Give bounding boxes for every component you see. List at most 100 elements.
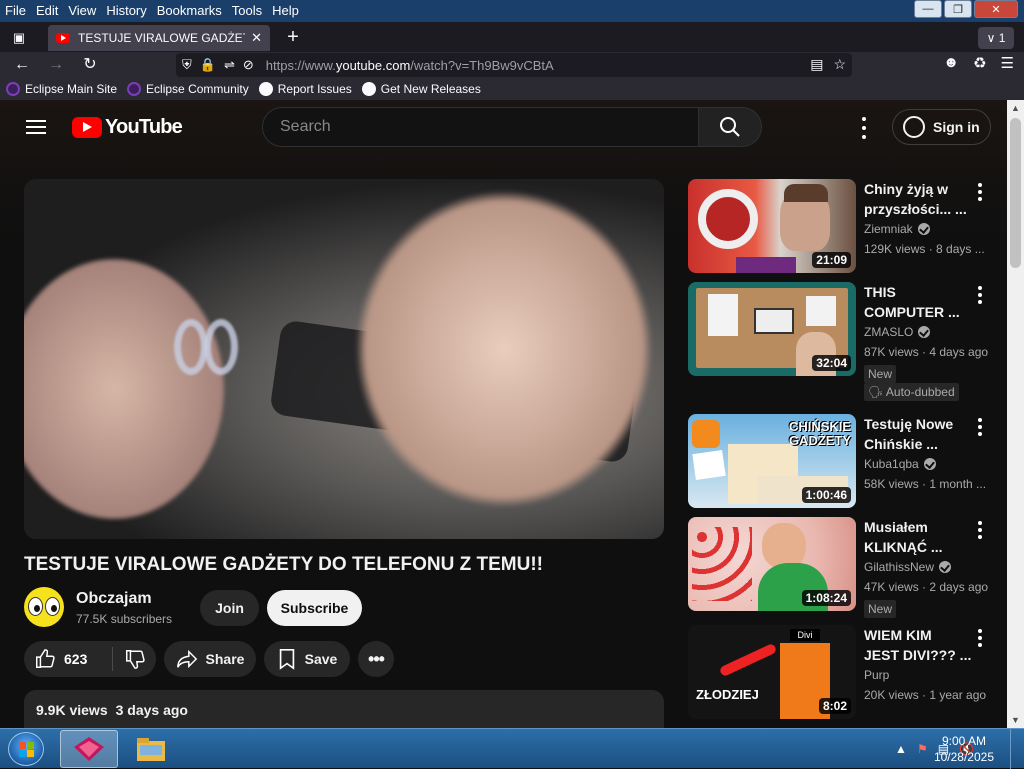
lock-icon[interactable]: 🔒	[200, 57, 216, 73]
auto-dubbed-badge: 🗣 Auto-dubbed	[864, 383, 959, 401]
video-options-kebab-icon[interactable]	[977, 286, 983, 304]
join-button[interactable]: Join	[200, 590, 259, 626]
toolbar-right: ☻ ♻ ☰	[943, 54, 1014, 72]
tab-youtube[interactable]: TESTUJE VIRALOWE GADŻETY D ✕	[48, 25, 270, 51]
bookmark-label: Eclipse Community	[146, 82, 249, 96]
scroll-down-icon[interactable]: ▼	[1007, 712, 1024, 728]
url-bar[interactable]: ⛨ 🔒 ⇌ ⊘ https://www.youtube.com/watch?v=…	[176, 53, 852, 77]
github-icon	[258, 82, 273, 96]
restore-button[interactable]: ❐	[944, 0, 972, 18]
related-video-channel[interactable]: Purp	[864, 668, 889, 682]
video-options-kebab-icon[interactable]	[977, 521, 983, 539]
reader-view-icon[interactable]: ▤	[810, 56, 823, 73]
video-player[interactable]	[24, 179, 664, 539]
extensions-icon[interactable]: ♻	[973, 54, 986, 72]
bookmark-report-issues[interactable]: Report Issues	[258, 82, 352, 96]
share-button[interactable]: Share	[164, 641, 256, 677]
new-tab-button[interactable]: +	[282, 27, 304, 49]
video-frame-hand	[24, 259, 224, 519]
search-button[interactable]	[698, 107, 762, 147]
related-video-title[interactable]: THIS COMPUTER ...	[864, 282, 974, 322]
related-video-meta: 20K views · 1 year ago	[864, 688, 987, 702]
sign-in-button[interactable]: Sign in	[892, 109, 991, 145]
description-box[interactable]: 9.9K views 3 days ago	[24, 690, 664, 728]
menu-file[interactable]: File	[0, 0, 31, 22]
reload-button[interactable]: ↻	[78, 54, 102, 76]
bookmark-eclipse-main[interactable]: Eclipse Main Site	[6, 82, 117, 96]
related-video-title[interactable]: Testuję Nowe Chińskie ...	[864, 414, 974, 454]
verified-icon	[917, 223, 930, 235]
more-actions-button[interactable]: •••	[358, 641, 394, 677]
video-options-kebab-icon[interactable]	[977, 183, 983, 201]
related-video-channel[interactable]: Kuba1qba	[864, 457, 936, 471]
video-options-kebab-icon[interactable]	[977, 629, 983, 647]
app-menu-icon[interactable]: ☰	[1001, 54, 1014, 72]
menu-edit[interactable]: Edit	[31, 0, 63, 22]
show-desktop-button[interactable]	[1010, 729, 1024, 769]
sign-in-label: Sign in	[933, 119, 980, 135]
channel-avatar[interactable]	[24, 587, 64, 627]
save-button[interactable]: Save	[264, 641, 350, 677]
back-button[interactable]: ←	[10, 54, 34, 76]
taskbar-app-browser[interactable]	[60, 730, 118, 768]
shield-icon[interactable]: ⛨	[182, 57, 192, 73]
tab-bar: ▣ TESTUJE VIRALOWE GADŻETY D ✕ + ∨ 1	[0, 22, 1024, 52]
video-thumbnail[interactable]: CHIŃSKIE GADŻETY 1:00:46	[688, 414, 856, 508]
like-button[interactable]: 623	[24, 641, 112, 677]
related-video-channel[interactable]: GilathissNew	[864, 560, 952, 574]
bookmark-label: Get New Releases	[380, 82, 481, 96]
video-thumbnail[interactable]: 1:08:24	[688, 517, 856, 611]
guide-menu-icon[interactable]	[26, 120, 46, 134]
dislike-button[interactable]	[113, 641, 156, 677]
browser-app-icon	[74, 737, 104, 761]
firefox-view-button[interactable]: ▣	[6, 27, 32, 49]
settings-kebab-icon[interactable]	[855, 117, 873, 139]
bookmark-get-new-releases[interactable]: Get New Releases	[361, 82, 481, 96]
close-window-button[interactable]: ✕	[974, 0, 1018, 18]
youtube-logo[interactable]: YouTube	[72, 116, 183, 139]
video-thumbnail[interactable]: 32:04	[688, 282, 856, 376]
menu-view[interactable]: View	[63, 0, 101, 22]
permissions-icon[interactable]: ⇌	[224, 57, 235, 73]
scrollbar-thumb[interactable]	[1010, 118, 1021, 268]
menu-help[interactable]: Help	[267, 0, 304, 22]
menu-history[interactable]: History	[101, 0, 151, 22]
video-options-kebab-icon[interactable]	[977, 418, 983, 436]
bookmark-eclipse-community[interactable]: Eclipse Community	[127, 82, 249, 96]
tab-title: TESTUJE VIRALOWE GADŻETY D	[78, 31, 245, 45]
clock[interactable]: 9:00 AM 10/28/2025	[934, 733, 994, 765]
menu-tools[interactable]: Tools	[227, 0, 267, 22]
tab-close-icon[interactable]: ✕	[251, 30, 262, 46]
search-icon	[720, 117, 740, 137]
channel-name[interactable]: Obczajam	[76, 590, 152, 608]
url-path: /watch?v=Th9Bw9vCBtA	[410, 57, 554, 73]
action-center-flag-icon[interactable]: ⚑	[917, 742, 928, 756]
related-video-meta: 129K views · 8 days ...	[864, 242, 985, 256]
tray-expand-icon[interactable]: ▲	[895, 742, 907, 756]
minimize-button[interactable]: —	[914, 0, 942, 18]
forward-button[interactable]: →	[44, 54, 68, 76]
url-prefix: https://www.	[265, 57, 336, 73]
subscriber-count: 77.5K subscribers	[76, 612, 173, 626]
related-video-channel[interactable]: ZMASLO	[864, 325, 931, 339]
account-icon[interactable]: ☻	[943, 54, 959, 72]
tab-list-button[interactable]: ∨ 1	[978, 27, 1014, 49]
page-scrollbar[interactable]: ▲ ▼	[1007, 100, 1024, 728]
video-thumbnail[interactable]: Divi ZŁODZIEJ 8:02	[688, 625, 856, 719]
related-video-title[interactable]: WIEM KIM JEST DIVI??? ...	[864, 625, 974, 665]
related-video-title[interactable]: Chiny żyją w przyszłości... ...	[864, 179, 974, 219]
scroll-up-icon[interactable]: ▲	[1007, 100, 1024, 116]
video-meta: 9.9K views 3 days ago	[36, 702, 652, 718]
menu-bookmarks[interactable]: Bookmarks	[152, 0, 227, 22]
upload-date: 3 days ago	[115, 702, 188, 718]
youtube-page: YouTube Sign in TESTUJE VIRALOWE GADŻETY…	[0, 100, 1007, 728]
subscribe-button[interactable]: Subscribe	[267, 590, 362, 626]
related-video-title[interactable]: Musiałem KLIKNĄĆ ...	[864, 517, 974, 557]
video-thumbnail[interactable]: 21:09	[688, 179, 856, 273]
bookmark-star-icon[interactable]: ☆	[833, 56, 846, 73]
taskbar-app-explorer[interactable]	[122, 730, 180, 768]
related-video-channel[interactable]: Ziemniak	[864, 222, 930, 236]
search-input[interactable]	[278, 117, 698, 137]
blocked-media-icon[interactable]: ⊘	[243, 57, 254, 73]
start-button[interactable]	[8, 732, 44, 766]
